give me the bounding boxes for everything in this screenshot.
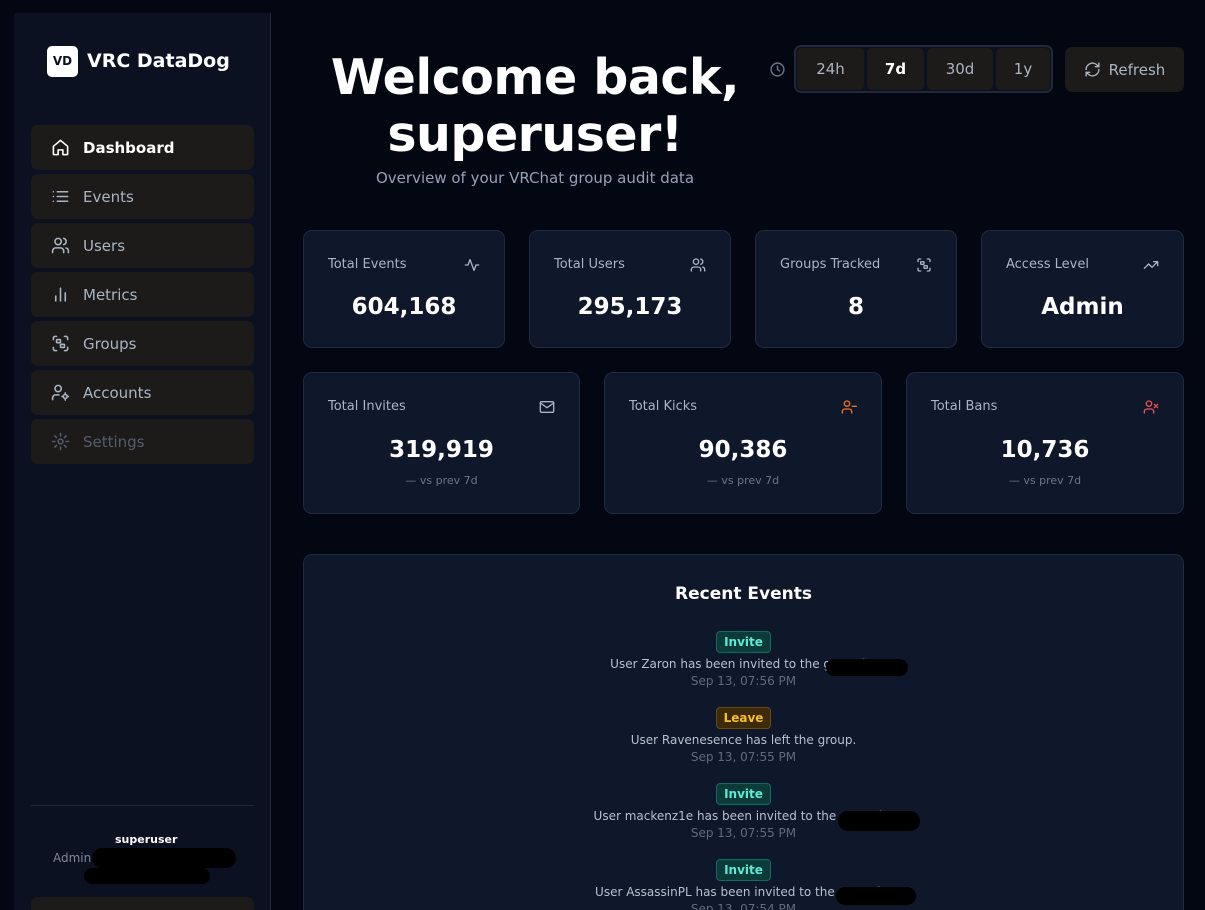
stat-card-groups-tracked: Groups Tracked 8 xyxy=(755,230,957,348)
sidebar-item-label: Dashboard xyxy=(83,138,175,157)
sidebar: VD VRC DataDog Dashboard Events Users Me… xyxy=(14,13,271,910)
stat-value: 319,919 xyxy=(389,437,494,463)
stat-value: Admin xyxy=(1041,294,1124,320)
user-cog-icon xyxy=(51,384,70,401)
sidebar-divider xyxy=(31,805,254,806)
group-scan-icon xyxy=(52,335,69,352)
event-timestamp: Sep 13, 07:56 PM xyxy=(690,674,797,688)
event-type-badge: Invite xyxy=(716,631,771,653)
redacted-id xyxy=(84,868,210,884)
range-1y-button[interactable]: 1y xyxy=(996,48,1050,90)
home-icon xyxy=(52,139,69,156)
range-7d-button[interactable]: 7d xyxy=(867,48,924,90)
stat-card-total-invites: Total Invites 319,919 — vs prev 7d xyxy=(303,372,580,514)
user-name: superuser xyxy=(115,833,178,846)
stat-label: Total Bans xyxy=(931,399,998,414)
group-scan-icon xyxy=(917,258,931,272)
mail-icon xyxy=(539,401,555,413)
sidebar-item-accounts[interactable]: Accounts xyxy=(31,370,254,415)
redacted-username xyxy=(836,887,916,905)
users-icon xyxy=(690,258,706,272)
event-item[interactable]: Invite User mackenz1e has been invited t… xyxy=(304,783,1183,853)
brand-logo: VD xyxy=(47,45,78,77)
stat-card-total-events: Total Events 604,168 xyxy=(303,230,505,348)
sidebar-item-users[interactable]: Users xyxy=(31,223,254,268)
event-item[interactable]: Invite User Zaron has been invited to th… xyxy=(304,631,1183,701)
range-30d-button[interactable]: 30d xyxy=(927,48,993,90)
page-subtitle: Overview of your VRChat group audit data xyxy=(375,169,695,187)
sidebar-item-settings[interactable]: Settings xyxy=(31,419,254,464)
event-description: User Ravenesence has left the group. xyxy=(630,733,857,747)
stat-label: Groups Tracked xyxy=(780,257,881,272)
bar-chart-icon xyxy=(54,287,67,302)
sidebar-item-dashboard[interactable]: Dashboard xyxy=(31,125,254,170)
event-type-badge: Invite xyxy=(716,783,771,805)
stat-value: 90,386 xyxy=(698,437,788,463)
brand-name: VRC DataDog xyxy=(87,50,230,72)
stat-value: 604,168 xyxy=(351,294,457,320)
sidebar-item-label: Users xyxy=(83,236,126,255)
stat-value: 8 xyxy=(847,294,864,320)
user-x-icon xyxy=(1143,400,1159,414)
stat-comparison: — vs prev 7d xyxy=(1008,474,1082,487)
stat-card-total-users: Total Users 295,173 xyxy=(529,230,731,348)
refresh-label: Refresh xyxy=(1108,60,1166,79)
list-icon xyxy=(52,190,69,203)
redacted-username xyxy=(838,811,920,831)
event-timestamp: Sep 13, 07:55 PM xyxy=(690,826,797,840)
sidebar-item-label: Groups xyxy=(83,334,137,353)
sidebar-item-events[interactable]: Events xyxy=(31,174,254,219)
sidebar-item-metrics[interactable]: Metrics xyxy=(31,272,254,317)
event-timestamp: Sep 13, 07:54 PM xyxy=(690,902,797,910)
sidebar-item-label: Settings xyxy=(83,432,145,451)
clock-icon xyxy=(770,62,785,77)
gear-icon xyxy=(51,432,70,451)
event-timestamp: Sep 13, 07:55 PM xyxy=(690,750,797,764)
sidebar-item-label: Metrics xyxy=(83,285,138,304)
event-item[interactable]: Leave User Ravenesence has left the grou… xyxy=(304,707,1183,777)
redacted-email xyxy=(92,848,236,868)
app-root: VD VRC DataDog Dashboard Events Users Me… xyxy=(0,0,1205,910)
redacted-username xyxy=(826,659,908,676)
stat-comparison: — vs prev 7d xyxy=(405,474,478,487)
stat-card-total-bans: Total Bans 10,736 — vs prev 7d xyxy=(906,372,1184,514)
stat-label: Total Kicks xyxy=(629,399,698,414)
activity-icon xyxy=(464,259,480,271)
trending-up-icon xyxy=(1143,261,1159,269)
page-title-line1: Welcome back, xyxy=(330,49,740,106)
stat-label: Total Invites xyxy=(328,399,406,414)
users-icon xyxy=(51,237,70,254)
event-item[interactable]: Invite User AssassinPL has been invited … xyxy=(304,859,1183,910)
sidebar-item-label: Accounts xyxy=(83,383,152,402)
stat-comparison: — vs prev 7d xyxy=(706,474,780,487)
sidebar-nav: Dashboard Events Users Metrics Groups Ac… xyxy=(31,125,254,468)
page-title-line2: superuser! xyxy=(387,106,683,163)
recent-events-panel: Recent Events Invite User Zaron has been… xyxy=(303,554,1184,910)
brand[interactable]: VD VRC DataDog xyxy=(47,45,230,77)
page-title: Welcome back, superuser! xyxy=(330,49,740,163)
event-type-badge: Leave xyxy=(715,707,772,729)
user-minus-icon xyxy=(841,400,857,414)
range-24h-button[interactable]: 24h xyxy=(797,48,864,90)
stat-value: 10,736 xyxy=(1000,437,1090,463)
recent-events-title: Recent Events xyxy=(675,584,812,604)
stat-card-access-level: Access Level Admin xyxy=(981,230,1184,348)
stat-card-total-kicks: Total Kicks 90,386 — vs prev 7d xyxy=(604,372,882,514)
time-range-selector: 24h 7d 30d 1y xyxy=(794,45,1053,93)
stat-label: Access Level xyxy=(1006,257,1089,272)
sidebar-item-groups[interactable]: Groups xyxy=(31,321,254,366)
refresh-icon xyxy=(1085,62,1100,77)
stat-value: 295,173 xyxy=(577,294,683,320)
refresh-button[interactable]: Refresh xyxy=(1065,47,1184,92)
event-type-badge: Invite xyxy=(716,859,771,881)
sidebar-item-label: Events xyxy=(83,187,134,206)
stat-label: Total Events xyxy=(328,257,407,272)
stat-label: Total Users xyxy=(554,257,625,272)
sidebar-bottom-button[interactable] xyxy=(31,897,254,910)
